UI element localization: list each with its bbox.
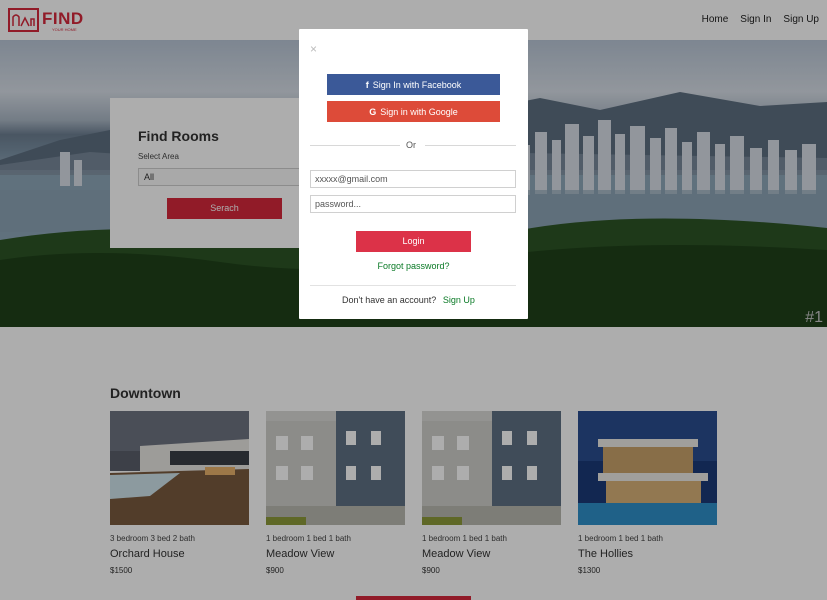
or-text: Or [406, 140, 416, 150]
email-field[interactable]: xxxxx@gmail.com [310, 170, 516, 188]
sign-up-link[interactable]: Sign Up [443, 295, 475, 305]
account-prompt: Don't have an account? Sign Up [342, 295, 475, 305]
or-divider-right [425, 145, 516, 146]
close-icon[interactable]: × [310, 42, 317, 56]
forgot-password-link[interactable]: Forgot password? [299, 261, 528, 271]
sign-in-modal: × f Sign In with Facebook G Sign in with… [299, 29, 528, 319]
google-icon: G [369, 106, 377, 117]
facebook-sign-in-button[interactable]: f Sign In with Facebook [327, 74, 500, 95]
google-sign-in-button[interactable]: G Sign in with Google [327, 101, 500, 122]
password-field[interactable]: password... [310, 195, 516, 213]
google-button-label: Sign in with Google [380, 106, 458, 117]
modal-divider [310, 285, 516, 286]
or-divider-left [310, 145, 400, 146]
facebook-button-label: Sign In with Facebook [372, 79, 462, 90]
no-account-text: Don't have an account? [342, 295, 437, 305]
login-button[interactable]: Login [356, 231, 471, 252]
facebook-icon: f [365, 79, 369, 90]
